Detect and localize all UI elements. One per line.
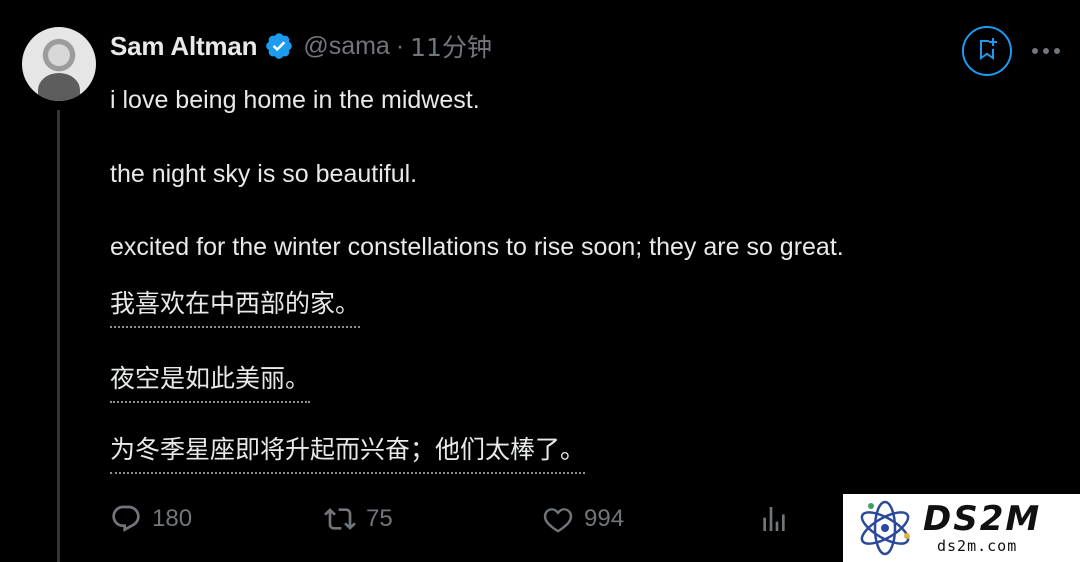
reply-icon — [110, 503, 142, 535]
more-options-button[interactable] — [1026, 34, 1066, 68]
heart-icon — [542, 503, 574, 535]
tweet-header: Sam Altman @sama · 11分钟 — [110, 28, 492, 64]
header-separator: · — [395, 31, 405, 60]
author-handle[interactable]: @sama — [303, 32, 390, 61]
verified-badge-icon — [264, 31, 294, 61]
tweet-text-line: excited for the winter constellations to… — [110, 233, 844, 261]
translated-text-line: 夜空是如此美丽。 — [110, 359, 311, 403]
more-dots-icon — [1032, 48, 1038, 54]
more-dot — [1054, 48, 1060, 54]
retweet-icon — [324, 503, 356, 535]
tweet-text-line: the night sky is so beautiful. — [110, 160, 418, 188]
watermark: DS2M ds2m.com — [843, 494, 1080, 562]
atom-logo-icon — [860, 500, 910, 556]
watermark-url: ds2m.com — [937, 537, 1018, 555]
avatar[interactable] — [22, 27, 96, 101]
retweet-count: 75 — [366, 505, 393, 532]
reply-button[interactable]: 180 — [110, 503, 192, 535]
tweet-text-line: i love being home in the midwest. — [110, 86, 480, 114]
views-button[interactable] — [758, 503, 790, 535]
bookmark-button[interactable] — [962, 26, 1012, 76]
tweet-timestamp[interactable]: 11分钟 — [410, 28, 492, 64]
thread-line — [57, 110, 60, 562]
bookmark-add-icon — [976, 37, 998, 66]
like-button[interactable]: 994 — [542, 503, 624, 535]
translated-text-line: 为冬季星座即将升起而兴奋；他们太棒了。 — [110, 430, 586, 474]
like-count: 994 — [584, 505, 625, 532]
retweet-button[interactable]: 75 — [324, 503, 393, 535]
author-name[interactable]: Sam Altman — [110, 31, 258, 62]
reply-count: 180 — [152, 505, 193, 532]
translated-text-line: 我喜欢在中西部的家。 — [110, 284, 361, 328]
watermark-brand: DS2M — [923, 499, 1042, 539]
views-chart-icon — [758, 503, 790, 535]
more-dot — [1043, 48, 1049, 54]
